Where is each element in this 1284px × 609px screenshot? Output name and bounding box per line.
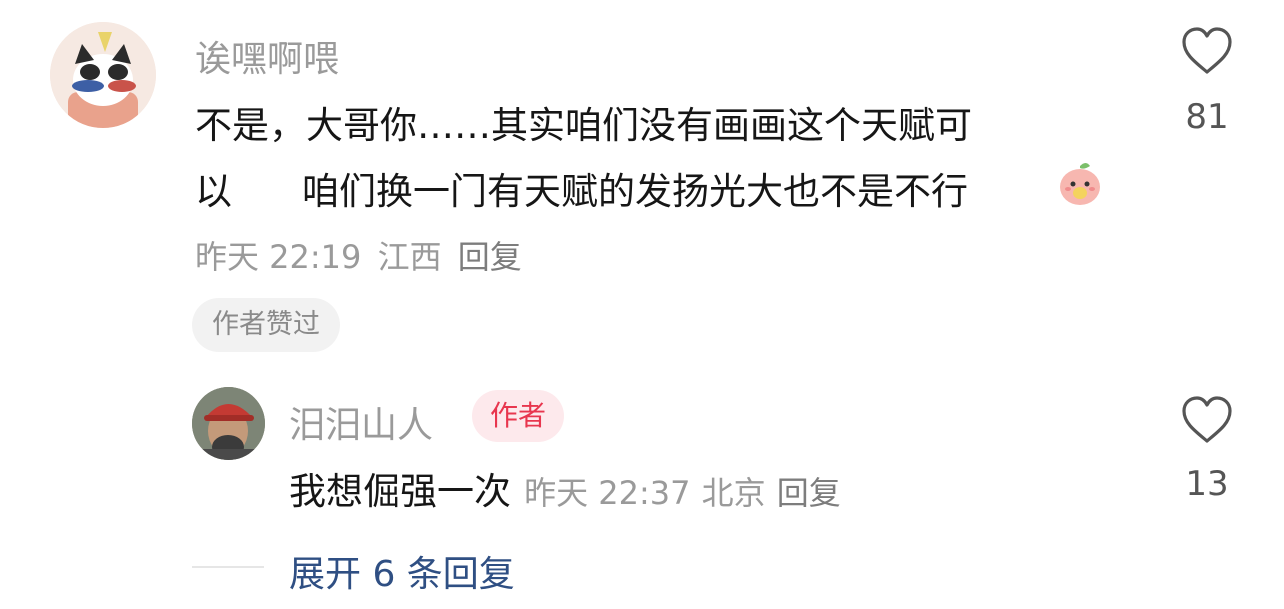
reply-location: 北京 [701,474,766,512]
comment-text-line2-start: 以 [195,170,232,213]
avatar[interactable] [50,22,156,128]
expand-replies-button[interactable]: 展开 6 条回复 [289,545,515,597]
reply-time: 昨天 22:37 [524,474,691,512]
comment-meta: 昨天 22:19 江西 回复 [195,232,528,278]
reply-like-button[interactable] [1180,395,1234,445]
like-button[interactable] [1180,26,1234,76]
author-badge: 作者 [472,390,565,442]
heart-icon [1182,27,1232,74]
reply-text: 我想倔强一次 [289,470,511,513]
reply-like-count: 13 [1185,464,1229,504]
comment-location: 江西 [377,238,442,276]
cat-avatar-icon [50,22,156,128]
comment-username[interactable]: 诶嘿啊喂 [195,30,339,82]
author-liked-badge: 作者赞过 [192,298,340,352]
reply-reply-button[interactable]: 回复 [777,474,841,512]
comment-text-line2: 咱们换一门有天赋的发扬光大也不是不行 [302,170,968,213]
peach-emoji-icon [1055,158,1105,208]
comment-text-line1: 不是，大哥你……其实咱们没有画画这个天赋可 [195,104,972,147]
reply-username[interactable]: 汨汨山人 [289,396,433,448]
reply-avatar[interactable] [192,387,265,460]
heart-icon [1182,396,1232,443]
like-count: 81 [1185,97,1229,137]
reply-button[interactable]: 回复 [458,238,522,276]
man-red-cap-avatar-icon [192,387,265,460]
comment-time: 昨天 22:19 [195,238,362,276]
expand-divider [192,566,264,568]
reply-body: 我想倔强一次 昨天 22:37 北京 回复 [289,461,841,515]
